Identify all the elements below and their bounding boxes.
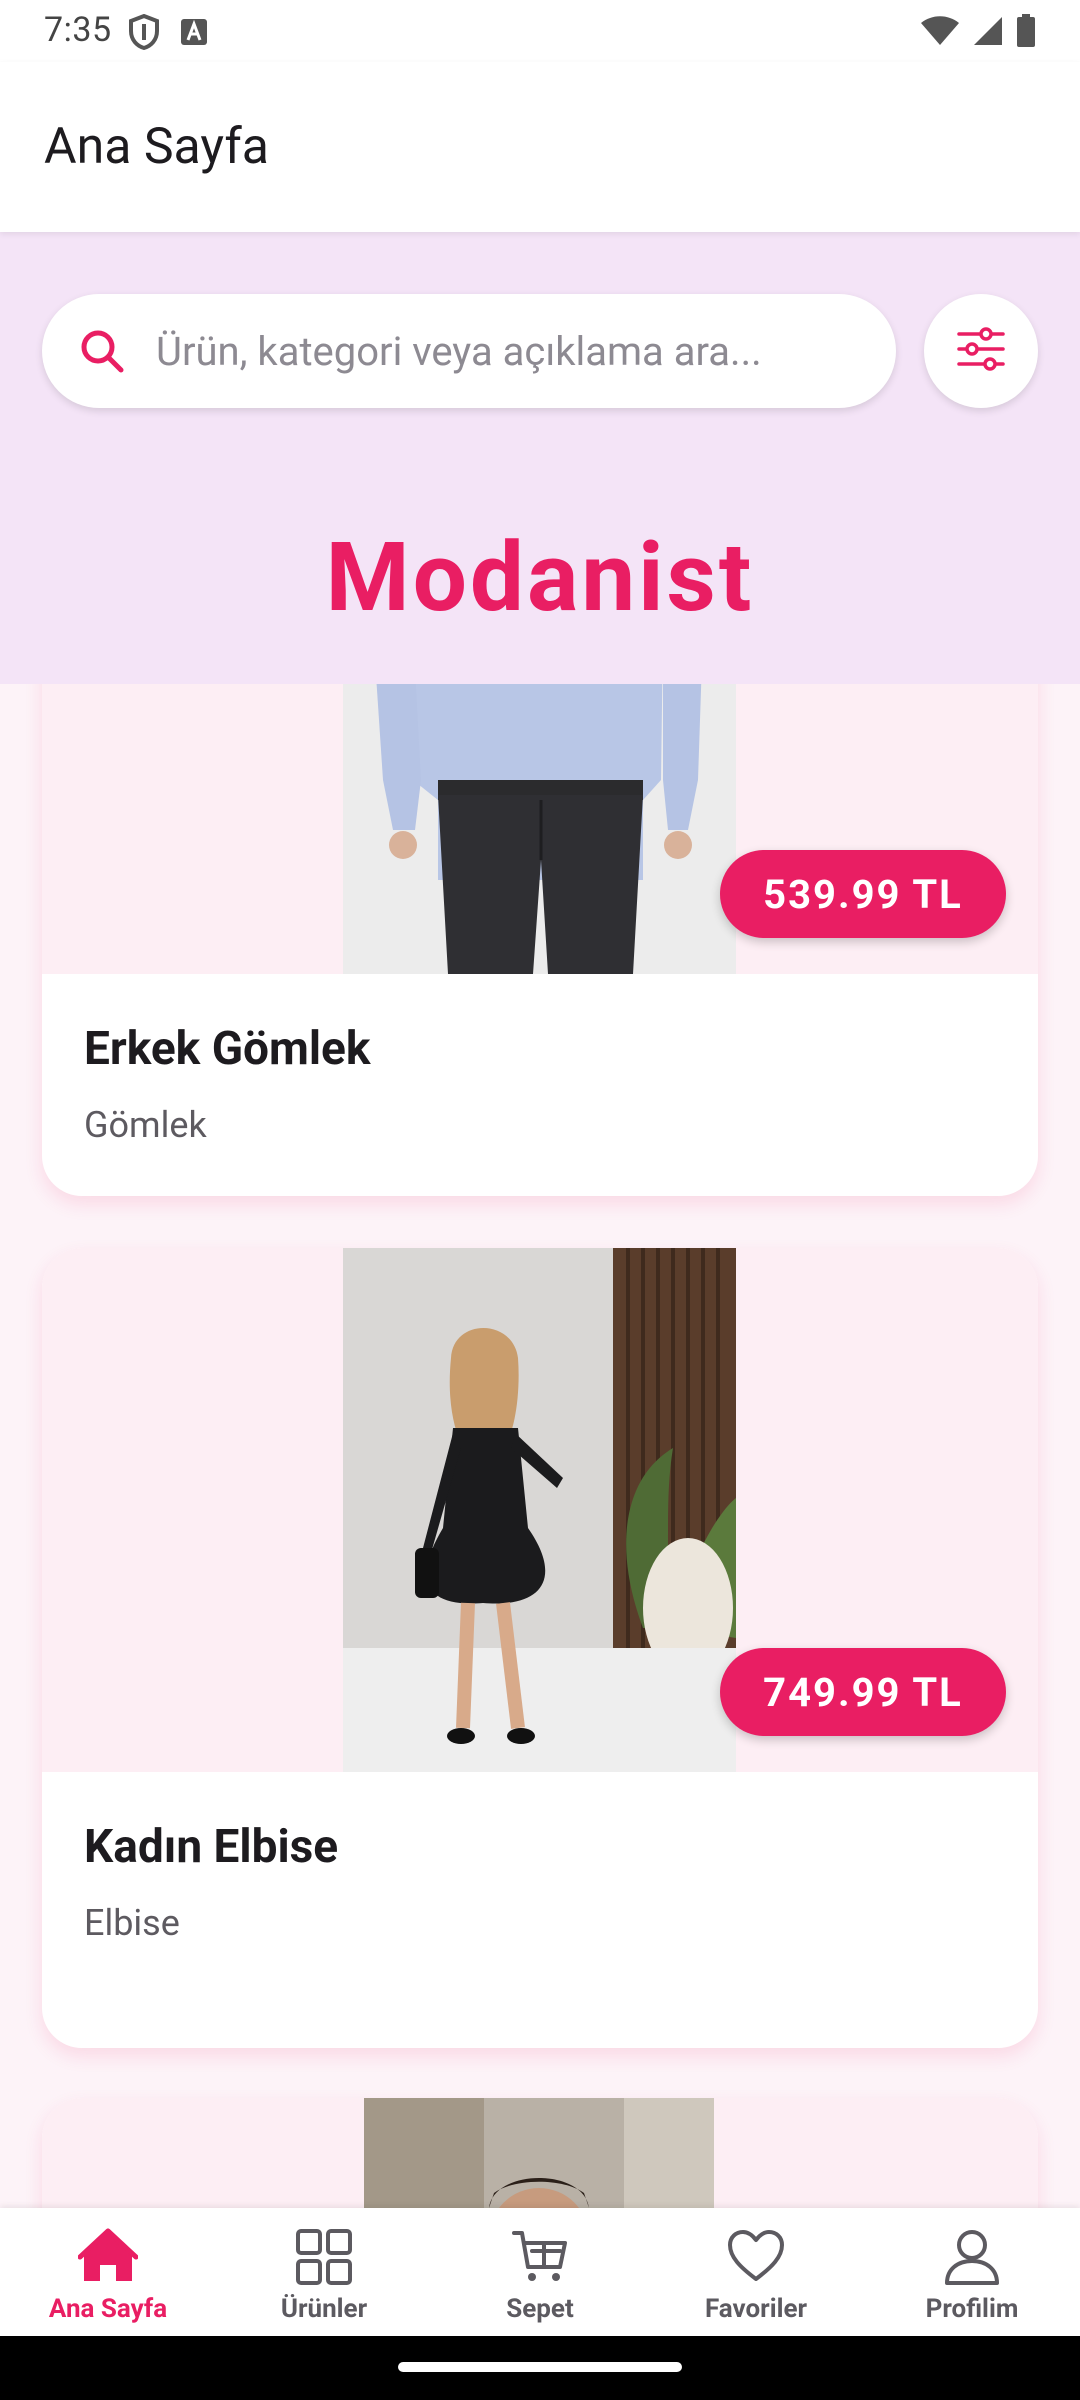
- signal-icon: [972, 15, 1004, 51]
- app-bar: Ana Sayfa: [0, 62, 1080, 232]
- nav-label: Ana Sayfa: [48, 2294, 168, 2324]
- product-card[interactable]: 539.99 TL Erkek Gömlek Gömlek: [42, 684, 1038, 1196]
- brand-title: Modanist: [325, 522, 755, 634]
- nav-item-favoriler[interactable]: Favoriler: [648, 2208, 864, 2336]
- filter-button[interactable]: [924, 294, 1038, 408]
- wifi-icon: [920, 15, 960, 51]
- nav-label: Sepet: [506, 2294, 574, 2324]
- product-image-area: [42, 2098, 1038, 2208]
- status-left-icons: [128, 13, 208, 54]
- status-time: 7:35: [44, 10, 112, 50]
- price-badge: 539.99 TL: [720, 850, 1006, 938]
- nav-item-sepet[interactable]: Sepet: [432, 2208, 648, 2336]
- nav-item-profilim[interactable]: Profilim: [864, 2208, 1080, 2336]
- profile-icon: [941, 2226, 1003, 2288]
- product-photo: [343, 684, 736, 974]
- header-area: Ürün, kategori veya açıklama ara... Moda…: [0, 232, 1080, 684]
- product-image-area: 749.99 TL: [42, 1248, 1038, 1772]
- bottom-nav: Ana Sayfa Ürünler Sepet Favoriler Profil…: [0, 2208, 1080, 2336]
- product-image-area: 539.99 TL: [42, 684, 1038, 974]
- product-category: Gömlek: [84, 1104, 207, 1146]
- product-list[interactable]: 539.99 TL Erkek Gömlek Gömlek 749.99 TL …: [0, 684, 1080, 2208]
- product-category: Elbise: [84, 1902, 180, 1944]
- nav-label: Favoriler: [704, 2294, 808, 2324]
- product-name: Kadın Elbise: [84, 1820, 339, 1874]
- price-badge: 749.99 TL: [720, 1648, 1006, 1736]
- home-icon: [77, 2226, 139, 2288]
- search-icon: [78, 327, 126, 375]
- heart-icon: [725, 2226, 787, 2288]
- status-bar: 7:35: [0, 0, 1080, 62]
- filter-icon: [956, 327, 1006, 375]
- product-photo: [364, 2098, 714, 2208]
- grid-icon: [293, 2226, 355, 2288]
- battery-icon: [1016, 14, 1036, 52]
- shield-icon: [128, 13, 160, 54]
- font-icon: [180, 18, 208, 50]
- search-input[interactable]: Ürün, kategori veya açıklama ara...: [42, 294, 896, 408]
- status-right-icons: [920, 14, 1036, 52]
- nav-label: Profilim: [925, 2294, 1019, 2324]
- cart-icon: [509, 2226, 571, 2288]
- nav-item-ana-sayfa[interactable]: Ana Sayfa: [0, 2208, 216, 2336]
- home-gesture-handle[interactable]: [398, 2362, 682, 2372]
- search-placeholder: Ürün, kategori veya açıklama ara...: [156, 327, 762, 375]
- product-card[interactable]: [42, 2098, 1038, 2208]
- system-gesture-bar: [0, 2336, 1080, 2400]
- product-card[interactable]: 749.99 TL Kadın Elbise Elbise: [42, 1248, 1038, 2048]
- product-photo: [343, 1248, 736, 1772]
- product-name: Erkek Gömlek: [84, 1022, 371, 1076]
- page-title: Ana Sayfa: [44, 118, 269, 176]
- nav-item-urunler[interactable]: Ürünler: [216, 2208, 432, 2336]
- nav-label: Ürünler: [280, 2294, 368, 2324]
